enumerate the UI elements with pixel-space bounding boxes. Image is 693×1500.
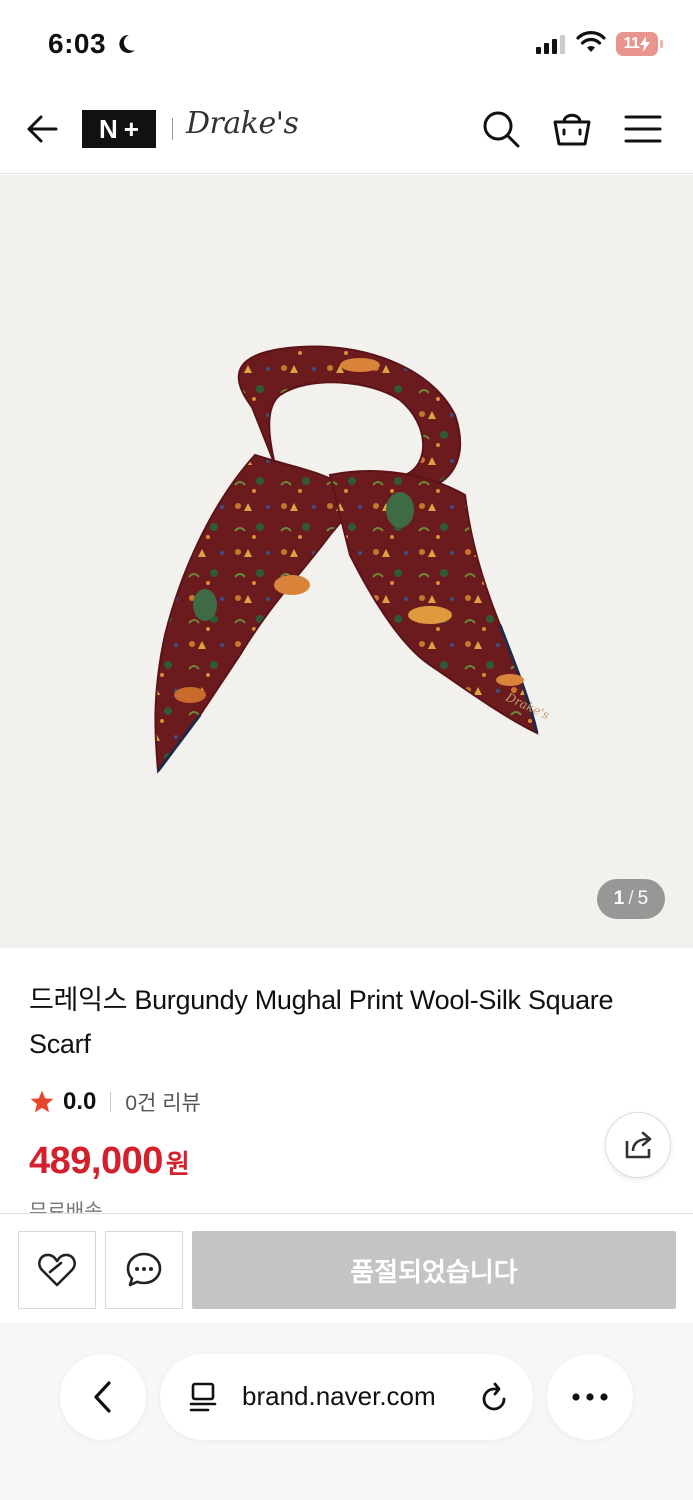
share-button[interactable] [605, 1112, 671, 1178]
search-icon [483, 111, 520, 148]
app-header: N + Drake's [0, 84, 693, 174]
rating-row[interactable]: 0.0 0건 리뷰 [29, 1086, 201, 1118]
logo-divider [172, 118, 173, 140]
search-button[interactable] [480, 108, 522, 150]
browser-back-button[interactable] [60, 1354, 146, 1440]
status-time: 6:03 [48, 28, 107, 59]
page-menu-icon [189, 1382, 217, 1412]
rating-divider [110, 1092, 112, 1112]
logo-plus: + [123, 113, 139, 144]
moon-icon [119, 34, 135, 53]
sold-out-button[interactable]: 품절되었습니다 [192, 1231, 676, 1309]
review-count[interactable]: 0건 리뷰 [125, 1087, 200, 1117]
price-value: 489,000 [29, 1140, 163, 1182]
wishlist-button[interactable] [18, 1231, 96, 1309]
wifi-icon [576, 31, 606, 52]
rating-value: 0.0 [63, 1088, 97, 1115]
scarf-product-photo: Drake's [154, 345, 552, 774]
star-icon [30, 1090, 54, 1113]
price-unit: 원 [165, 1149, 190, 1179]
reload-icon[interactable] [478, 1380, 510, 1414]
brand-logo[interactable]: Drake's [186, 106, 299, 141]
battery-nub [660, 40, 663, 48]
chat-bubble-icon [126, 1252, 162, 1287]
logo-n: N [99, 113, 118, 144]
arrow-left-icon [27, 115, 58, 143]
product-image-gallery[interactable]: Drake's 1 / 5 [0, 175, 693, 948]
heart-icon [38, 1253, 76, 1287]
address-bar[interactable]: brand.naver.com [160, 1354, 533, 1440]
url-text: brand.naver.com [242, 1381, 436, 1411]
shopping-basket-icon [553, 113, 591, 146]
price-row: 489,000 원 [29, 1140, 190, 1183]
talk-chat-button[interactable] [105, 1231, 183, 1309]
cart-button[interactable] [551, 106, 593, 150]
image-counter: 1 / 5 [597, 879, 665, 919]
shipping-info: 무료배송 [29, 1199, 103, 1213]
share-icon [625, 1131, 652, 1159]
image-counter-separator: / [628, 888, 634, 909]
menu-button[interactable] [622, 110, 664, 148]
battery-indicator: 11 [616, 32, 658, 56]
more-options-button[interactable] [547, 1354, 633, 1440]
browser-toolbar: brand.naver.com [0, 1323, 693, 1500]
battery-level: 11 [623, 35, 640, 52]
shipping-text: 무료배송 [29, 1201, 103, 1213]
more-dots-icon [572, 1393, 608, 1401]
chevron-left-icon [94, 1381, 111, 1413]
hamburger-menu-icon [624, 115, 662, 143]
charging-bolt-icon [640, 36, 651, 52]
back-button[interactable] [22, 108, 64, 150]
image-counter-current: 1 [613, 888, 625, 909]
product-title: 드레익스 Burgundy Mughal Print Wool-Silk Squ… [29, 985, 614, 1059]
image-counter-total: 5 [637, 888, 649, 909]
status-bar: 6:03 11 [0, 0, 693, 84]
naver-plus-logo[interactable]: N + [82, 110, 156, 148]
purchase-action-bar: 품절되었습니다 [0, 1213, 693, 1323]
cellular-signal-icon [536, 35, 565, 54]
